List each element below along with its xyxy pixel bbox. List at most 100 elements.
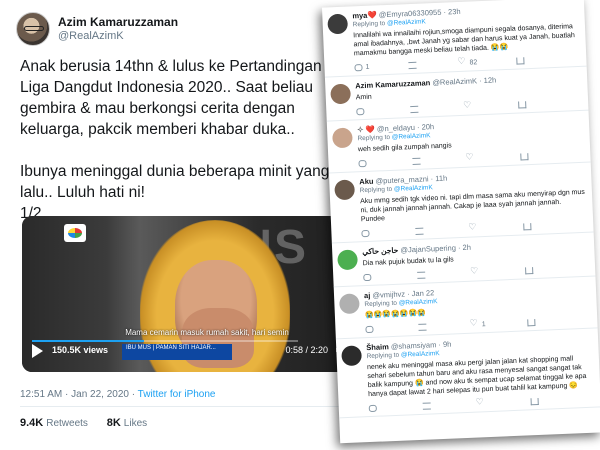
reply-icon [356, 107, 365, 116]
tweet-source-link[interactable]: Twitter for iPhone [138, 389, 216, 400]
reply-button[interactable]: 1 [354, 64, 370, 72]
replying-to-prefix: Replying to [364, 299, 398, 309]
reply-actions: 1 82 [354, 57, 525, 72]
reply-icon [363, 273, 372, 282]
share-button[interactable] [525, 267, 534, 275]
author-handle[interactable]: @RealAzimK [58, 30, 178, 44]
tweet-stats: 9.4K Retweets 8K Likes [20, 417, 147, 429]
retweets-count: 9.4K [20, 417, 44, 429]
reply-avatar[interactable] [338, 293, 360, 315]
retweet-icon [422, 402, 431, 410]
like-button[interactable] [466, 155, 477, 162]
replies-panel: mya❤️ @Emyra06330955 · 23h Replying to @R… [321, 0, 600, 444]
replying-to-handle[interactable]: @RealAzimK [401, 350, 440, 359]
reply-author-name[interactable]: ✧ ❤️ [357, 125, 375, 135]
reply-item[interactable]: Šhaim @shamsiyam · 9h Replying to @RealAz… [335, 328, 600, 419]
replying-to-handle[interactable]: @RealAzimK [394, 184, 433, 193]
reply-button[interactable] [361, 229, 372, 238]
reply-button[interactable] [356, 107, 367, 116]
like-button[interactable] [471, 269, 482, 276]
replying-to-handle[interactable]: @RealAzimK [392, 132, 431, 141]
retweets-stat[interactable]: 9.4K Retweets [20, 417, 88, 429]
retweet-button[interactable] [410, 105, 421, 114]
reply-author-name[interactable]: حاجن حاكي [362, 246, 398, 257]
reply-author-name[interactable]: Aku [359, 177, 374, 187]
like-button[interactable]: 1 [471, 321, 486, 329]
retweet-button[interactable] [412, 157, 423, 166]
reply-text: nenek aku meninggal masa aku pergi jalan… [366, 355, 587, 399]
retweet-button[interactable] [422, 402, 434, 410]
retweet-icon [417, 271, 426, 279]
retweet-button[interactable] [418, 323, 429, 331]
tweet-timestamp[interactable]: 12:51 AM · Jan 22, 2020 · [20, 389, 138, 400]
retweet-button[interactable] [408, 61, 419, 70]
reply-avatar[interactable] [334, 179, 356, 201]
reply-avatar[interactable] [327, 13, 349, 35]
reply-author-name[interactable]: Azim Kamaruzzaman [355, 78, 430, 90]
share-button[interactable] [520, 153, 529, 161]
share-button[interactable] [530, 397, 539, 406]
main-tweet-card: Azim Kamaruzzaman @RealAzimK Anak berusi… [0, 0, 360, 450]
reply-actions [368, 397, 539, 413]
retweet-button[interactable] [417, 271, 428, 279]
video-controls: 150.5K views 0:58 / 2:20 [22, 338, 358, 372]
reply-button[interactable] [368, 404, 380, 413]
share-button[interactable] [523, 223, 532, 231]
reply-handle[interactable]: @RealAzimK · 12h [432, 75, 496, 87]
like-button[interactable] [464, 103, 475, 110]
reply-icon [365, 325, 374, 334]
replying-to-prefix: Replying to [352, 20, 386, 29]
likes-label: Likes [123, 418, 148, 429]
reply-button[interactable] [363, 273, 374, 282]
reply-avatar[interactable] [332, 127, 353, 149]
video-progress-fill [32, 340, 144, 342]
tweet-meta: 12:51 AM · Jan 22, 2020 · Twitter for iP… [20, 389, 215, 400]
reply-item[interactable]: Aku @putera_mazni · 11h Replying to @Real… [328, 162, 594, 244]
video-progress-bar[interactable] [32, 340, 298, 342]
reply-avatar[interactable] [341, 345, 362, 367]
retweet-icon [408, 61, 417, 70]
reply-handle[interactable]: @JajanSupering · 2h [400, 243, 471, 255]
reply-avatar[interactable] [337, 249, 358, 271]
like-button[interactable]: 82 [458, 59, 477, 67]
like-button[interactable] [469, 225, 480, 232]
share-icon [527, 319, 536, 327]
likes-count: 8K [106, 417, 121, 429]
heart-icon [469, 225, 477, 232]
share-icon [525, 267, 534, 275]
reply-author-name[interactable]: Šhaim [366, 342, 389, 352]
replying-to-prefix: Replying to [366, 351, 400, 361]
video-time: 0:58 / 2:20 [285, 345, 328, 355]
author-name[interactable]: Azim Kamaruzzaman [58, 15, 178, 30]
like-button[interactable] [477, 400, 488, 407]
share-icon [516, 57, 525, 65]
reply-author-name[interactable]: aj [364, 291, 371, 300]
reply-avatar[interactable] [330, 83, 352, 105]
tv-channel-logo [64, 224, 86, 242]
reply-button[interactable] [365, 325, 376, 334]
replying-to-handle[interactable]: @RealAzimK [399, 298, 438, 307]
retweet-icon [412, 157, 421, 166]
share-button[interactable] [527, 319, 536, 327]
share-button[interactable] [516, 57, 525, 65]
avatar[interactable] [16, 12, 50, 46]
retweets-label: Retweets [46, 418, 88, 429]
play-icon[interactable] [32, 344, 43, 358]
retweet-button[interactable] [415, 227, 426, 235]
author-block: Azim Kamaruzzaman @RealAzimK [58, 15, 178, 44]
video-player[interactable]: ONS Mama cemarin masuk rumah sakit, hari… [22, 216, 358, 372]
reply-button[interactable] [358, 159, 369, 168]
reply-icon [354, 64, 363, 72]
reply-actions [361, 223, 532, 238]
replying-to-handle[interactable]: @RealAzimK [387, 18, 426, 27]
like-count: 1 [481, 321, 486, 329]
heart-icon [471, 269, 479, 276]
replying-to-prefix: Replying to [359, 185, 393, 195]
likes-stat[interactable]: 8K Likes [106, 417, 148, 429]
tweet-text: Anak berusia 14thn & lulus ke Pertanding… [20, 58, 330, 222]
share-button[interactable] [518, 101, 527, 109]
like-count: 82 [469, 59, 478, 67]
reply-author-name[interactable]: mya❤️ [352, 10, 377, 20]
reply-actions [358, 153, 529, 168]
reply-item[interactable]: mya❤️ @Emyra06330955 · 23h Replying to @R… [321, 0, 587, 78]
